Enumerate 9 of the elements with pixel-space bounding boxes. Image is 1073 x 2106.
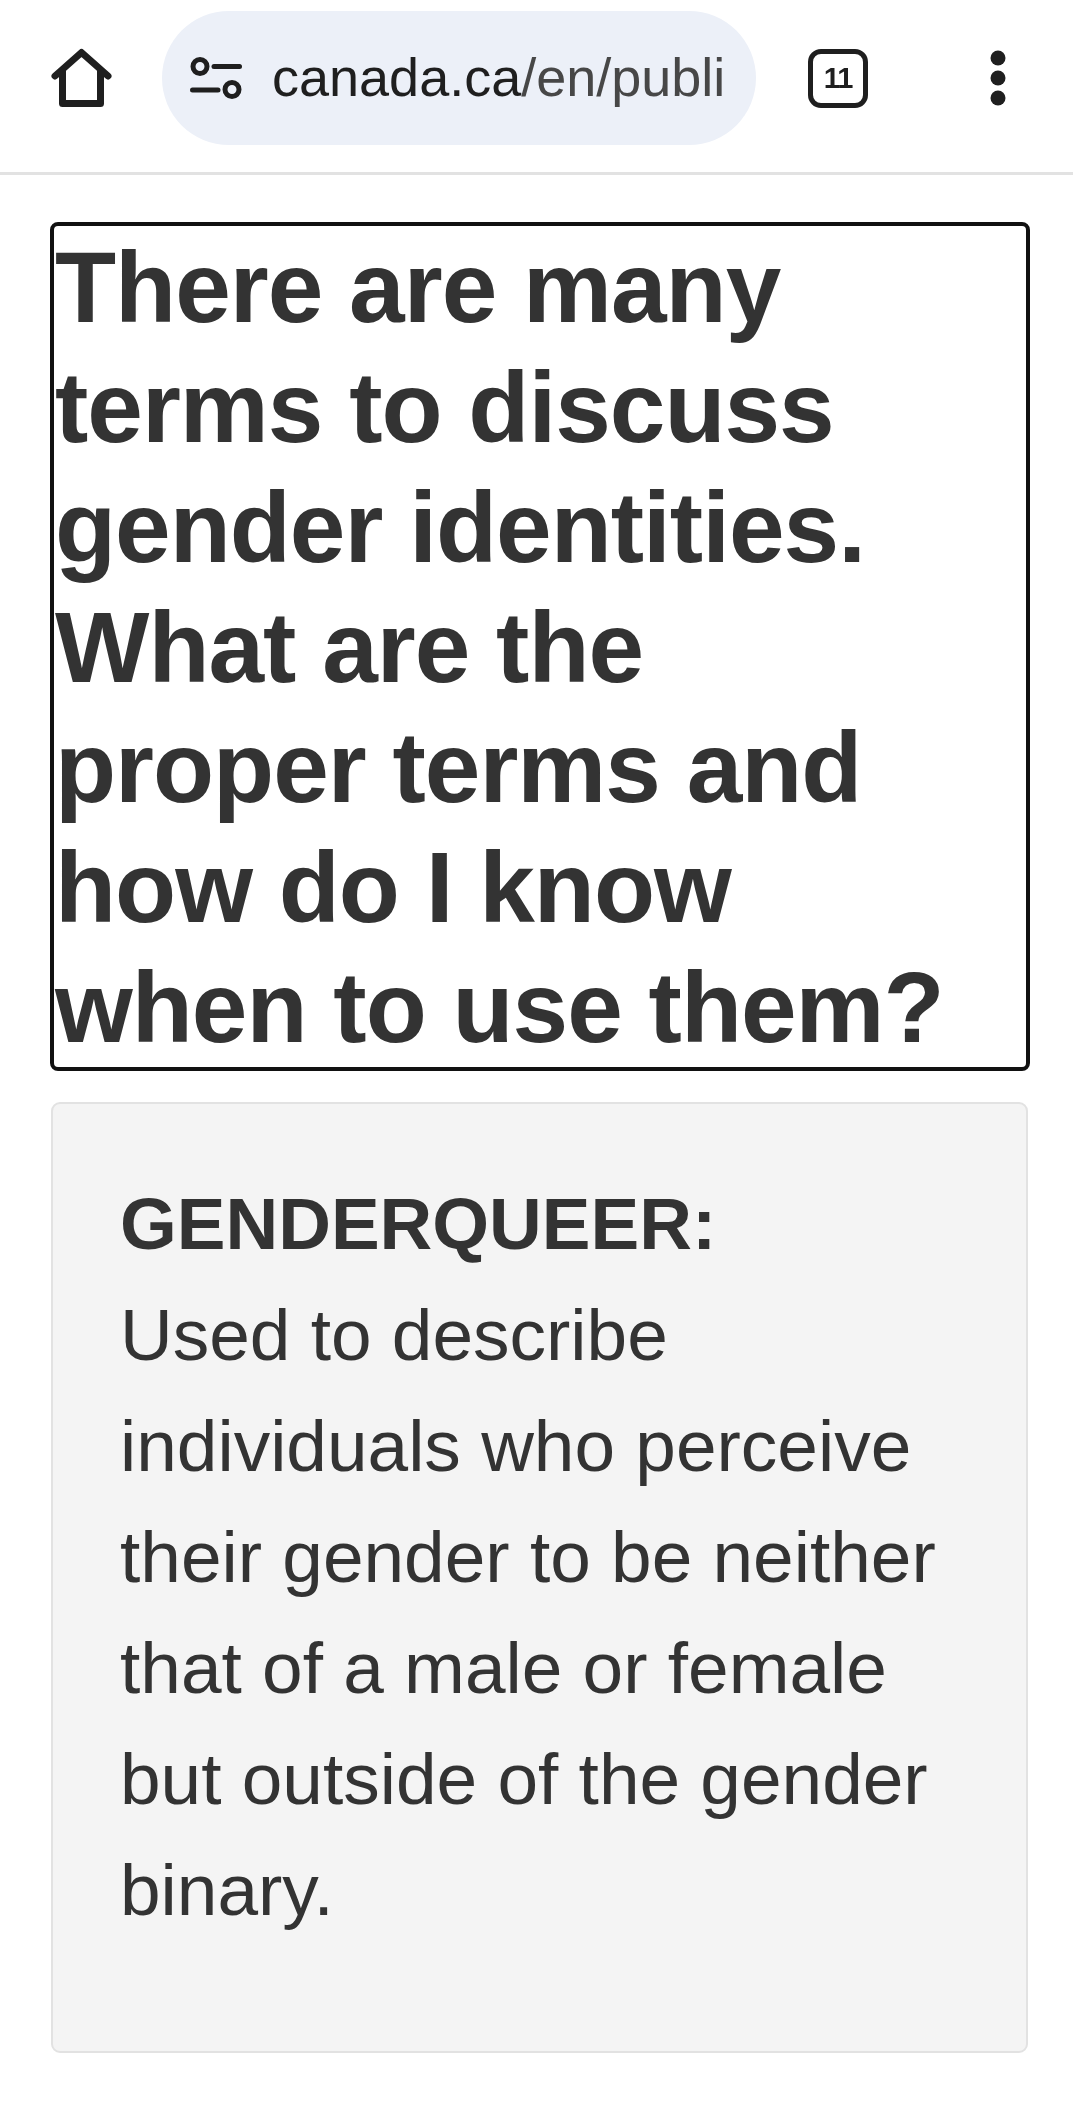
definition-term: GENDERQUEER: [120, 1182, 718, 1266]
home-button[interactable] [51, 48, 112, 108]
sliders-icon[interactable] [190, 57, 242, 99]
definition-text: Used to describe individuals who perceive their gender to be neither that of a male or female but outside of the gender binary. [120, 1293, 937, 1932]
page-heading: There are many terms to discuss gender identities. What are the proper terms and how do I know when to use them? [50, 222, 1030, 1071]
tab-switcher-button[interactable]: 11 [808, 48, 868, 108]
home-icon [51, 48, 112, 108]
menu-icon[interactable] [990, 50, 1006, 106]
address-bar[interactable]: canada.ca/en/publi [162, 11, 756, 145]
